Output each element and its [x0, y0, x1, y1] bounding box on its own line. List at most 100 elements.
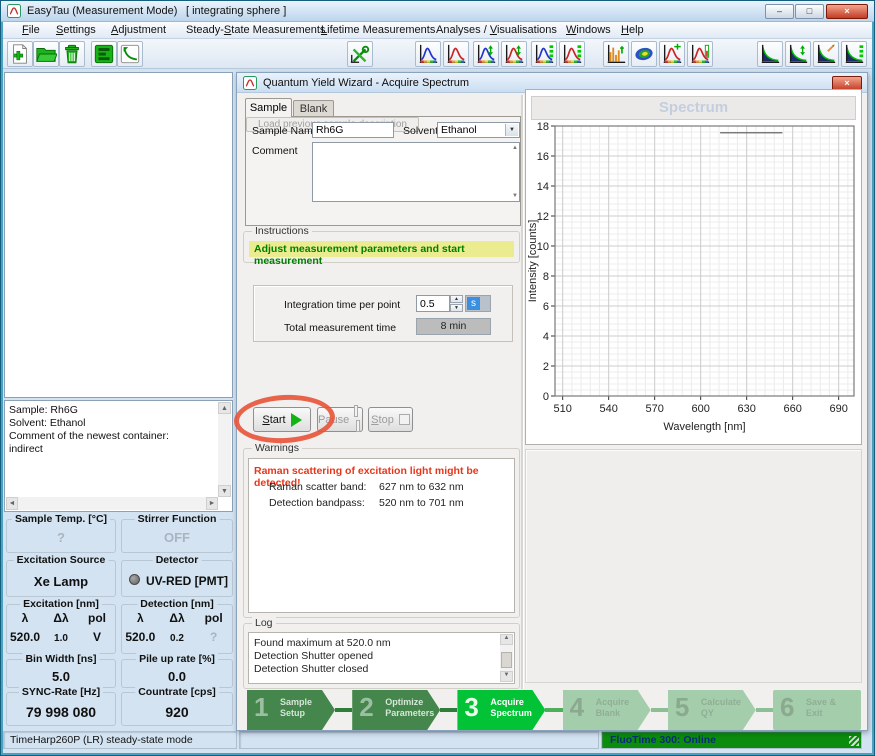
integration-unit-select[interactable]: s — [465, 295, 491, 312]
decay-3d-icon[interactable] — [841, 41, 867, 67]
panel-splitter[interactable] — [521, 95, 524, 689]
warnings-box: Raman scattering of excitation light mig… — [248, 458, 515, 613]
scroll-up-icon[interactable]: ▲ — [512, 145, 518, 151]
step-connector — [755, 708, 774, 712]
integration-unit-value: s — [467, 297, 480, 310]
scroll-down-icon[interactable]: ▼ — [512, 193, 518, 199]
step-connector — [545, 708, 563, 712]
decay-icon[interactable] — [757, 41, 783, 67]
minimize-button[interactable]: – — [765, 4, 794, 19]
menu-item-analyses-visualisations[interactable]: Analyses / Visualisations — [433, 23, 560, 37]
bin-width-value: 5.0 — [51, 669, 71, 684]
log-scroll-thumb[interactable] — [501, 652, 512, 668]
emission-temperature-icon[interactable] — [687, 41, 713, 67]
scroll-left-icon[interactable]: ◄ — [6, 497, 18, 510]
stop-icon — [398, 414, 410, 425]
wizard-step-4[interactable]: 4 Acquire Blank — [562, 690, 651, 730]
excitation-pol: V — [92, 630, 101, 644]
wizard-step-1[interactable]: 1 Sample Setup — [247, 690, 335, 730]
menu-item-settings[interactable]: Settings — [53, 23, 99, 37]
solvent-select[interactable]: Ethanol ▼ — [437, 122, 520, 138]
pileup-rate-panel: Pile up rate [%] 0.0 — [121, 653, 233, 688]
menu-item-adjustment[interactable]: Adjustment — [108, 23, 169, 37]
sample-info-text: Sample: Rh6G Solvent: Ethanol Comment of t… — [9, 404, 216, 456]
wizard-step-6[interactable]: 6 Save & Exit — [773, 690, 862, 730]
new-measurement-icon[interactable] — [7, 41, 33, 67]
statusbar-device-mode: TimeHarp260P (LR) steady-state mode — [3, 731, 237, 749]
instruction-text: Adjust measurement parameters and start … — [249, 241, 514, 267]
menu-item-lifetime-measurements[interactable]: Lifetime Measurements — [318, 23, 438, 37]
log-scrollbar[interactable]: ▲ ▼ — [500, 634, 513, 682]
menu-item-file[interactable]: File — [19, 23, 43, 37]
resize-grip[interactable] — [849, 736, 859, 746]
quantum-yield-wizard-dialog: Quantum Yield Wizard - Acquire Spectrum … — [232, 72, 868, 731]
step-connector — [335, 708, 353, 712]
comment-label: Comment — [252, 145, 298, 157]
anisotropy-icon[interactable] — [813, 41, 839, 67]
wizard-step-bar: 1 Sample Setup 2 Optimize Parameters 3 Acquire S… — [247, 690, 862, 730]
pileup-rate-value: 0.0 — [167, 669, 187, 684]
info-line: Solvent: Ethanol — [9, 417, 86, 429]
scroll-up-icon[interactable]: ▲ — [218, 402, 231, 414]
svg-text:0: 0 — [543, 391, 549, 403]
scroll-down-icon[interactable]: ▼ — [218, 485, 231, 497]
emission-series-icon[interactable] — [501, 41, 527, 67]
measurement-list[interactable] — [4, 72, 233, 398]
emission-3d-icon[interactable] — [559, 41, 585, 67]
wizard-step-5[interactable]: 5 Calculate QY — [667, 690, 756, 730]
sample-info-box: Sample: Rh6G Solvent: Ethanol Comment of t… — [4, 400, 233, 512]
wizard-step-2[interactable]: 2 Optimize Parameters — [352, 690, 441, 730]
pause-button[interactable]: Pause — [317, 404, 363, 432]
menu-item-help[interactable]: Help — [618, 23, 647, 37]
close-button[interactable]: × — [826, 4, 868, 19]
integration-time-stepper[interactable]: ▲ ▼ — [450, 295, 463, 312]
wizard-step-3[interactable]: 3 Acquire Spectrum — [457, 690, 546, 730]
menu-bar: File Settings Adjustment Steady-State Measu… — [3, 22, 872, 39]
spin-down-icon[interactable]: ▼ — [450, 304, 463, 312]
delete-icon[interactable] — [59, 41, 85, 67]
excitation-source-panel: Excitation Source Xe Lamp — [6, 554, 116, 597]
start-button[interactable]: Start — [253, 407, 311, 432]
stop-button[interactable]: Stop — [368, 407, 413, 432]
menu-item-steady-state-measurements[interactable]: Steady-State Measurements — [183, 23, 328, 37]
spectrum-plot: 510 540 570 600 630 660 690024681012141618Wave… — [527, 122, 855, 433]
total-time-value: 8 min — [416, 318, 491, 335]
emission-cursor-icon[interactable] — [659, 41, 685, 67]
bin-width-panel: Bin Width [ns] 5.0 — [6, 653, 116, 688]
wizard-title: Quantum Yield Wizard - Acquire Spectrum — [263, 77, 470, 89]
chevron-down-icon[interactable]: ▼ — [505, 124, 518, 136]
adjustment-tools-icon[interactable] — [347, 41, 373, 67]
step-connector — [650, 708, 668, 712]
scroll-right-icon[interactable]: ► — [206, 497, 218, 510]
info-line: Comment of the newest container: — [9, 430, 169, 442]
scroll-up-icon[interactable]: ▲ — [500, 634, 513, 645]
spectrum-title: Spectrum — [531, 96, 856, 120]
custom-measurement-icon[interactable] — [117, 41, 143, 67]
excitation-series-icon[interactable] — [473, 41, 499, 67]
spectrum-panel: Spectrum 510 540 570 600 630 660 690 0 2 4 6 8 10 12 1… — [525, 89, 862, 445]
detection-nm-panel: Detection [nm] λ Δλ pol 520.0 0.2 ? — [121, 598, 233, 654]
time-trace-icon[interactable] — [603, 41, 629, 67]
svg-text:600: 600 — [691, 403, 709, 415]
open-file-icon[interactable] — [33, 41, 59, 67]
info-horizontal-scrollbar[interactable]: ◄ ► — [6, 497, 218, 510]
excitation-spectrum-icon[interactable] — [415, 41, 441, 67]
integration-time-input[interactable] — [416, 295, 450, 312]
svg-text:510: 510 — [553, 403, 571, 415]
spin-up-icon[interactable]: ▲ — [450, 295, 463, 303]
menu-item-windows[interactable]: Windows — [563, 23, 614, 37]
excitation-3d-icon[interactable] — [531, 41, 557, 67]
scroll-down-icon[interactable]: ▼ — [500, 671, 513, 682]
svg-text:8: 8 — [543, 271, 549, 283]
info-vertical-scrollbar[interactable]: ▲ ▼ — [218, 402, 231, 497]
tab-blank[interactable]: Blank — [293, 100, 334, 117]
decay-series-icon[interactable] — [785, 41, 811, 67]
contour-plot-icon[interactable] — [631, 41, 657, 67]
emission-spectrum-icon[interactable] — [443, 41, 469, 67]
sample-name-input[interactable] — [312, 122, 394, 138]
comment-textarea[interactable] — [312, 142, 520, 202]
script-icon[interactable] — [91, 41, 117, 67]
sample-temp-panel: Sample Temp. [°C] ? — [6, 513, 116, 553]
tab-sample[interactable]: Sample — [245, 98, 292, 117]
maximize-button[interactable]: □ — [795, 4, 824, 19]
